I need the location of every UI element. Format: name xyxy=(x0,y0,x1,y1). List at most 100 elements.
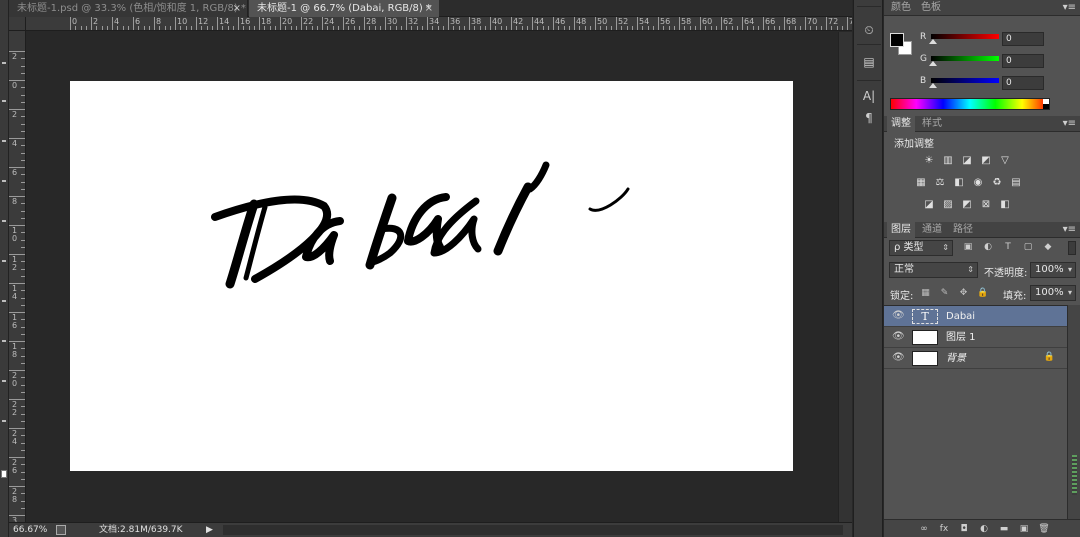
color-swatch-mini[interactable] xyxy=(1,470,7,478)
tool-handle[interactable] xyxy=(2,340,6,342)
opacity-field[interactable]: 100% ▾ xyxy=(1030,262,1076,278)
adjustment-icon[interactable]: ◉ xyxy=(971,177,985,189)
tool-handle[interactable] xyxy=(2,220,6,222)
channel-slider-r[interactable] xyxy=(931,34,999,39)
layer-action-icon[interactable]: ▣ xyxy=(1018,523,1030,535)
close-icon[interactable]: × xyxy=(425,0,433,17)
tab-color[interactable]: 颜色 xyxy=(887,0,915,16)
adjustment-icon[interactable]: ▥ xyxy=(941,155,955,167)
ruler-origin[interactable] xyxy=(9,17,26,31)
tool-handle[interactable] xyxy=(2,380,6,382)
layer-action-icon[interactable]: ◘ xyxy=(958,523,970,535)
document-canvas[interactable]: Dabai xyxy=(70,81,793,471)
layer-name[interactable]: 背景 xyxy=(946,348,966,369)
layer-row[interactable]: 👁 T Dabai xyxy=(884,306,1067,327)
adjustment-icon[interactable]: ◧ xyxy=(998,199,1012,211)
channel-value-b[interactable]: 0 xyxy=(1002,76,1044,90)
panel-menu-icon[interactable]: ▾≡ xyxy=(1063,116,1076,132)
horizontal-ruler[interactable]: 0 2 4 6 8 10 12 14 16 18 20 22 24 26 28 30 32 34 36 38 40 42 4… xyxy=(26,17,852,31)
canvas-vertical-scrollbar[interactable] xyxy=(838,32,852,522)
slider-thumb[interactable] xyxy=(929,61,937,66)
channel-value-g[interactable]: 0 xyxy=(1002,54,1044,68)
history-icon[interactable]: ⏲ xyxy=(860,22,878,38)
filter-toggle[interactable] xyxy=(1068,241,1076,255)
properties-icon[interactable]: ▤ xyxy=(860,54,878,70)
layer-filter-select[interactable]: ρ 类型 ⇕ xyxy=(889,240,953,256)
filter-icon[interactable]: ▣ xyxy=(962,242,974,253)
foreground-color[interactable] xyxy=(890,33,904,47)
eye-icon[interactable]: 👁 xyxy=(892,310,905,322)
tool-handle[interactable] xyxy=(2,260,6,262)
adjustment-icon[interactable]: ▤ xyxy=(1009,177,1023,189)
tab-layers[interactable]: 图层 xyxy=(887,222,915,238)
adjustment-icon[interactable]: ◧ xyxy=(952,177,966,189)
adjustment-icon[interactable]: ▽ xyxy=(998,155,1012,167)
layer-row[interactable]: 👁 图层 1 xyxy=(884,327,1067,348)
blend-mode-select[interactable]: 正常 ⇕ xyxy=(889,262,978,278)
tool-handle[interactable] xyxy=(2,300,6,302)
layer-action-icon[interactable]: ▬ xyxy=(998,523,1010,535)
adjustment-icon[interactable]: ♻ xyxy=(990,177,1004,189)
adjustment-icon[interactable]: ◩ xyxy=(979,155,993,167)
layer-action-icon[interactable]: ∞ xyxy=(918,523,930,535)
adjustment-icon[interactable]: ◪ xyxy=(960,155,974,167)
lock-option-icon[interactable]: ▦ xyxy=(920,288,931,299)
color-spectrum[interactable] xyxy=(890,98,1050,110)
tool-handle[interactable] xyxy=(2,420,6,422)
scroll-grip[interactable] xyxy=(1072,455,1077,495)
adjustment-icon[interactable]: ◪ xyxy=(922,199,936,211)
adjustment-icon[interactable]: ▦ xyxy=(914,177,928,189)
lock-option-icon[interactable]: 🔒 xyxy=(977,288,988,299)
tab-styles[interactable]: 样式 xyxy=(918,116,946,132)
layer-name[interactable]: Dabai xyxy=(946,306,975,327)
layers-scrollbar[interactable] xyxy=(1067,305,1080,519)
adjustment-icon[interactable]: ⊠ xyxy=(979,199,993,211)
channel-slider-b[interactable] xyxy=(931,78,999,83)
adjustment-icon[interactable]: ◩ xyxy=(960,199,974,211)
slider-thumb[interactable] xyxy=(929,83,937,88)
tab-swatches[interactable]: 色板 xyxy=(917,0,945,16)
filter-icon[interactable]: T xyxy=(1002,242,1014,253)
status-menu-arrow-icon[interactable]: ▶ xyxy=(206,523,213,537)
tab-document-active[interactable]: 未标题-1 @ 66.7% (Dabai, RGB/8) * × xyxy=(249,0,439,17)
layer-action-icon[interactable]: 🗑 xyxy=(1038,523,1050,535)
filter-icon[interactable]: ◆ xyxy=(1042,242,1054,253)
adjustment-icon[interactable]: ⚖ xyxy=(933,177,947,189)
fill-field[interactable]: 100% ▾ xyxy=(1030,285,1076,301)
tab-document-psd[interactable]: 未标题-1.psd @ 33.3% (色相/饱和度 1, RGB/8) * × xyxy=(9,0,248,17)
lock-option-icon[interactable]: ✥ xyxy=(958,288,969,299)
adjustment-icon[interactable]: ▨ xyxy=(941,199,955,211)
character-icon[interactable]: A| xyxy=(860,88,878,104)
tab-adjustments[interactable]: 调整 xyxy=(887,116,915,132)
tool-handle[interactable] xyxy=(2,62,6,64)
canvas-horizontal-scrollbar[interactable] xyxy=(223,525,843,535)
slider-thumb[interactable] xyxy=(929,39,937,44)
layer-action-icon[interactable]: fx xyxy=(938,523,950,535)
spectrum-black[interactable] xyxy=(1043,104,1049,109)
layer-action-icon[interactable]: ◐ xyxy=(978,523,990,535)
eye-icon[interactable]: 👁 xyxy=(892,331,905,343)
panel-menu-icon[interactable]: ▾≡ xyxy=(1063,0,1076,16)
channel-slider-g[interactable] xyxy=(931,56,999,61)
canvas-area[interactable]: Dabai xyxy=(27,32,838,522)
tab-channels[interactable]: 通道 xyxy=(918,222,946,238)
tool-handle[interactable] xyxy=(2,180,6,182)
paragraph-icon[interactable]: ¶ xyxy=(860,110,878,126)
channel-value-r[interactable]: 0 xyxy=(1002,32,1044,46)
filter-icon[interactable]: ◐ xyxy=(982,242,994,253)
filter-icon[interactable]: ▢ xyxy=(1022,242,1034,253)
tab-paths[interactable]: 路径 xyxy=(949,222,977,238)
panel-menu-icon[interactable]: ▾≡ xyxy=(1063,222,1076,238)
status-info-icon[interactable] xyxy=(56,525,66,535)
tool-handle[interactable] xyxy=(2,140,6,142)
close-icon[interactable]: × xyxy=(233,0,241,17)
zoom-level[interactable]: 66.67% xyxy=(13,523,47,537)
ruler-tick xyxy=(9,399,25,400)
lock-option-icon[interactable]: ✎ xyxy=(939,288,950,299)
vertical-ruler[interactable]: 2024681012141618202224262830 xyxy=(9,31,26,522)
layer-name[interactable]: 图层 1 xyxy=(946,327,976,348)
layer-row[interactable]: 👁 背景 🔒 xyxy=(884,348,1067,369)
eye-icon[interactable]: 👁 xyxy=(892,352,905,364)
tool-handle[interactable] xyxy=(2,100,6,102)
adjustment-icon[interactable]: ☀ xyxy=(922,155,936,167)
